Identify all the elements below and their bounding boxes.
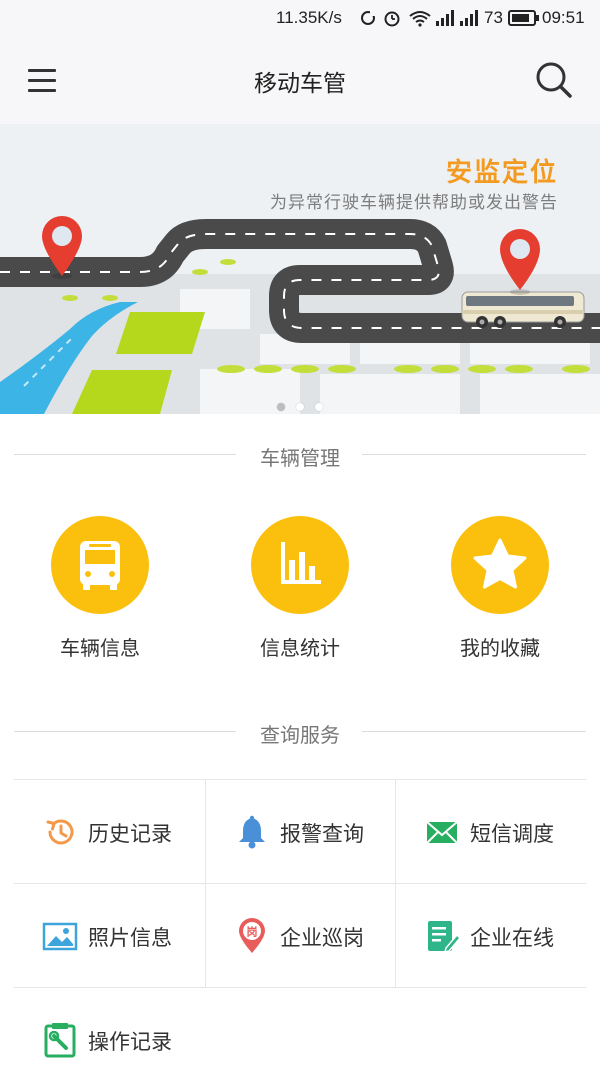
feature-label: 信息统计 — [260, 636, 340, 660]
divider-line — [362, 731, 586, 732]
banner-carousel[interactable]: 安监定位 为异常行驶车辆提供帮助或发出警告 — [0, 124, 600, 414]
grid-row: 历史记录 报警查询 短信调度 — [14, 779, 586, 884]
grid-item-operation-log[interactable]: 操作记录 — [14, 988, 204, 1067]
grid-item-label: 历史记录 — [88, 822, 172, 846]
grid-item-sms-dispatch[interactable]: 短信调度 — [395, 780, 585, 884]
bus-icon — [80, 541, 120, 590]
grid-item-label: 照片信息 — [88, 926, 172, 950]
star-icon — [473, 538, 527, 589]
online-doc-icon — [428, 921, 460, 954]
section-header-query: 查询服务 — [14, 717, 586, 747]
section-title: 查询服务 — [260, 723, 340, 747]
grid-item-alarm-query[interactable]: 报警查询 — [205, 780, 395, 884]
sync-icon — [361, 10, 376, 25]
signal-2-icon — [460, 10, 478, 26]
search-icon — [536, 62, 572, 98]
clock-time: 09:51 — [542, 8, 585, 27]
feature-label: 我的收藏 — [460, 636, 540, 660]
feature-vehicle-info[interactable]: 车辆信息 — [0, 516, 200, 661]
bar-chart-icon — [281, 542, 321, 584]
search-button[interactable] — [530, 56, 578, 104]
grid-item-history[interactable]: 历史记录 — [14, 780, 204, 884]
battery-level: 73 — [484, 8, 503, 27]
grid-row: 操作记录 — [14, 987, 586, 1067]
feature-icon-circle — [251, 516, 349, 614]
section-header-vehicle: 车辆管理 — [14, 440, 586, 470]
feature-statistics[interactable]: 信息统计 — [200, 516, 400, 661]
app-bar: 移动车管 — [0, 36, 600, 124]
history-clock-icon — [46, 819, 74, 845]
banner-title: 安监定位 — [445, 158, 558, 188]
grid-item-enterprise-online[interactable]: 企业在线 — [395, 884, 585, 988]
grid-item-photo-info[interactable]: 照片信息 — [14, 884, 204, 988]
grid-item-label: 企业在线 — [470, 926, 554, 950]
wifi-icon — [409, 11, 431, 27]
feature-favorites[interactable]: 我的收藏 — [400, 516, 600, 661]
feature-icon-circle — [451, 516, 549, 614]
photo-icon — [42, 922, 78, 951]
network-speed: 11.35K/s — [276, 8, 342, 27]
carousel-dot[interactable] — [315, 403, 324, 411]
operation-log-icon — [44, 1023, 76, 1058]
signal-icons — [436, 10, 478, 26]
section-title: 车辆管理 — [260, 446, 340, 470]
alarm-icon — [384, 11, 400, 27]
banner-subtitle: 为异常行驶车辆提供帮助或发出警告 — [270, 193, 558, 213]
svg-text:岗: 岗 — [247, 925, 258, 939]
grid-item-label: 报警查询 — [280, 822, 364, 846]
status-icons — [361, 10, 431, 27]
status-bar: 11.35K/s 73 09:51 — [0, 0, 600, 36]
grid-item-label: 短信调度 — [470, 822, 554, 846]
feature-icon-circle — [51, 516, 149, 614]
envelope-icon — [426, 821, 458, 844]
query-services-grid: 历史记录 报警查询 短信调度 照片信息 岗 企业巡岗 企业在线 操作记录 — [14, 779, 586, 1067]
carousel-dot[interactable] — [276, 403, 285, 411]
grid-item-enterprise-patrol[interactable]: 岗 企业巡岗 — [205, 884, 395, 988]
signal-1-icon — [436, 10, 454, 26]
page-title: 移动车管 — [254, 71, 346, 97]
battery-icon — [508, 10, 539, 26]
alarm-bell-icon — [239, 815, 265, 849]
divider-line — [362, 454, 586, 455]
carousel-indicator — [0, 396, 600, 414]
patrol-pin-icon: 岗 — [239, 918, 265, 953]
grid-row: 照片信息 岗 企业巡岗 企业在线 — [14, 883, 586, 988]
grid-item-label: 企业巡岗 — [280, 926, 364, 950]
feature-label: 车辆信息 — [60, 636, 140, 660]
grid-item-label: 操作记录 — [88, 1030, 172, 1054]
carousel-dot[interactable] — [296, 403, 304, 411]
